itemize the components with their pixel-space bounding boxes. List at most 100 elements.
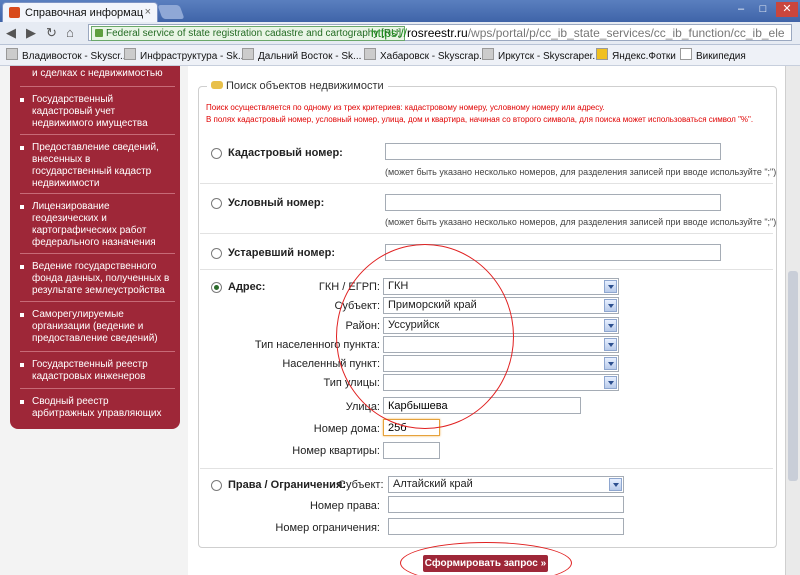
url-scheme: https:// (371, 26, 408, 40)
bullet-icon (20, 98, 24, 102)
main-content: Поиск объектов недвижимости Поиск осущес… (188, 66, 785, 575)
tab-title: Справочная информация п (25, 7, 143, 19)
settlement-type-select[interactable] (383, 336, 619, 353)
street-type-select[interactable] (383, 374, 619, 391)
rights-subject-label: Субъект: (338, 479, 384, 491)
restriction-number-input[interactable] (388, 518, 624, 535)
district-select[interactable]: Уссурийск (383, 317, 619, 334)
house-number-label: Номер дома: (313, 423, 380, 435)
lock-icon (95, 29, 103, 37)
bookmark-item[interactable]: Википедия (680, 48, 746, 62)
sidebar-divider (20, 193, 175, 194)
page-icon (482, 48, 494, 60)
bookmark-item[interactable]: Инфраструктура - Sk... (124, 48, 246, 62)
page-icon (6, 48, 18, 60)
chevron-down-icon (609, 478, 622, 491)
submit-request-button[interactable]: Сформировать запрос » (423, 555, 548, 572)
gkn-egrp-select[interactable]: ГКН (383, 278, 619, 295)
browser-tab[interactable]: Справочная информация п × (2, 2, 158, 22)
wildcard-note: В полях кадастровый номер, условный номе… (206, 115, 754, 124)
radio-conditional-number[interactable] (211, 198, 222, 209)
cadastral-number-input[interactable] (385, 143, 721, 160)
subject-select[interactable]: Приморский край (383, 297, 619, 314)
yandex-fotki-icon (596, 48, 608, 60)
gkn-egrp-label: ГКН / ЕГРП: (318, 281, 380, 293)
sidebar-divider (20, 351, 175, 352)
radio-obsolete-number[interactable] (211, 248, 222, 259)
sidebar-divider (20, 253, 175, 254)
browser-toolbar: ◀ ▶ ↻ ⌂ Federal service of state registr… (0, 22, 800, 45)
district-label: Район: (345, 320, 380, 332)
url-path: /wps/portal/p/cc_ib_state_services/cc_ib… (467, 26, 785, 40)
right-number-input[interactable] (388, 496, 624, 513)
bookmark-item[interactable]: Иркутск - Skyscraper... (482, 48, 601, 62)
settlement-type-label: Тип населенного пункта: (254, 339, 380, 351)
rosreestr-favicon-icon (9, 7, 20, 18)
sidebar-divider (20, 388, 175, 389)
rights-subject-select[interactable]: Алтайский край (388, 476, 624, 493)
apartment-number-input[interactable] (383, 442, 440, 459)
maximize-button[interactable]: □ (752, 2, 774, 17)
sidebar-divider (20, 134, 175, 135)
address-label: Адрес: (228, 281, 266, 293)
scrollbar-thumb[interactable] (788, 271, 798, 481)
conditional-number-input[interactable] (385, 194, 721, 211)
restriction-number-label: Номер ограничения: (275, 522, 380, 534)
home-icon[interactable]: ⌂ (66, 25, 74, 40)
forward-arrow-icon[interactable]: ▶ (26, 25, 36, 41)
tab-strip: Справочная информация п × – □ ✕ (0, 0, 800, 22)
sidebar-divider (20, 86, 175, 87)
radio-rights-restrictions[interactable] (211, 480, 222, 491)
bullet-icon (20, 205, 24, 209)
conditional-number-label: Условный номер: (228, 197, 325, 209)
address-bar[interactable]: Federal service of state registration ca… (88, 24, 792, 41)
chevron-down-icon (604, 376, 617, 389)
chevron-down-icon (604, 338, 617, 351)
wikipedia-icon (680, 48, 692, 60)
url-text: https://rosreestr.ru/wps/portal/p/cc_ib_… (371, 26, 785, 40)
cadastral-number-label: Кадастровый номер: (228, 147, 343, 159)
obsolete-number-label: Устаревший номер: (228, 247, 335, 259)
bookmark-item[interactable]: Владивосток - Skyscr... (6, 48, 128, 62)
page-viewport: и сделках с недвижимостью Государственны… (0, 66, 785, 575)
section-divider (200, 468, 773, 469)
street-type-label: Тип улицы: (323, 377, 380, 389)
section-divider (200, 233, 773, 234)
cadastral-number-hint: (может быть указано несколько номеров, д… (385, 167, 777, 177)
right-number-label: Номер права: (309, 500, 380, 512)
house-number-input[interactable] (383, 419, 440, 436)
radio-address[interactable] (211, 282, 222, 293)
apartment-number-label: Номер квартиры: (292, 445, 380, 457)
bookmarks-bar: Владивосток - Skyscr... Инфраструктура -… (0, 45, 800, 66)
bookmark-item[interactable]: Хабаровск - Skyscrap... (364, 48, 487, 62)
page-icon (124, 48, 136, 60)
settlement-select[interactable] (383, 355, 619, 372)
services-sidebar: и сделках с недвижимостью Государственны… (10, 66, 180, 429)
street-input[interactable] (383, 397, 581, 414)
search-criteria-note: Поиск осуществляется по одному из трех к… (206, 103, 605, 112)
section-divider (200, 269, 773, 270)
conditional-number-hint: (может быть указано несколько номеров, д… (385, 217, 777, 227)
section-divider (200, 183, 773, 184)
obsolete-number-input[interactable] (385, 244, 721, 261)
key-icon (211, 81, 223, 89)
sidebar-divider (20, 301, 175, 302)
subject-label: Субъект: (334, 300, 380, 312)
bookmark-item[interactable]: Дальний Восток - Sk... (242, 48, 361, 62)
page-scrollbar[interactable] (785, 66, 800, 575)
back-arrow-icon[interactable]: ◀ (6, 25, 16, 41)
bullet-icon (20, 313, 24, 317)
radio-cadastral-number[interactable] (211, 148, 222, 159)
settlement-label: Населенный пункт: (282, 358, 380, 370)
chevron-down-icon (604, 280, 617, 293)
tab-close-icon[interactable]: × (145, 6, 151, 18)
close-window-button[interactable]: ✕ (776, 2, 798, 17)
reload-icon[interactable]: ↻ (46, 25, 57, 41)
minimize-button[interactable]: – (730, 2, 752, 17)
chevron-down-icon (604, 299, 617, 312)
new-tab-button[interactable] (157, 5, 185, 19)
rights-restrictions-label: Права / Ограничения: (228, 479, 347, 491)
street-label: Улица: (345, 401, 380, 413)
security-badge[interactable]: Federal service of state registration ca… (91, 26, 406, 41)
bookmark-item[interactable]: Яндекс.Фотки (596, 48, 676, 62)
